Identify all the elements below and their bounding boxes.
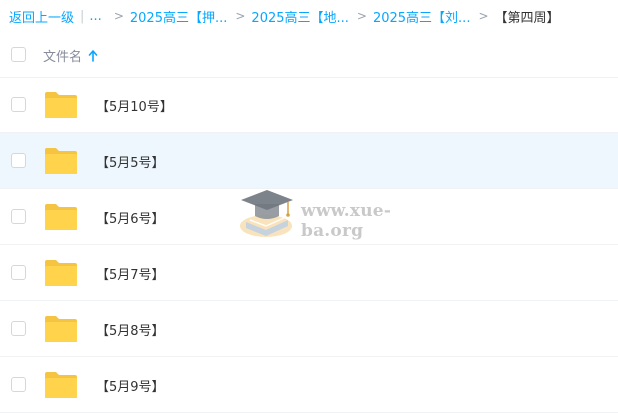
breadcrumb: 返回上一级 | ... > 2025高三【押... > 2025高三【地... … (9, 6, 618, 26)
folder-icon (45, 204, 77, 230)
back-link[interactable]: 返回上一级 (9, 7, 74, 26)
file-row[interactable]: 【5月7号】 (0, 245, 618, 301)
sort-by-name-button[interactable]: 文件名 (43, 46, 98, 65)
breadcrumb-separator: | (80, 8, 85, 24)
folder-icon (45, 260, 77, 286)
file-row[interactable]: 【5月6号】 (0, 189, 618, 245)
file-name[interactable]: 【5月6号】 (96, 208, 165, 227)
chevron-right-icon: > (113, 9, 124, 23)
breadcrumb-ellipsis[interactable]: ... (89, 9, 101, 24)
breadcrumb-item[interactable]: 2025高三【地... (251, 7, 348, 26)
file-row[interactable]: 【5月10号】 (0, 77, 618, 133)
file-row[interactable]: 【5月8号】 (0, 301, 618, 357)
breadcrumb-item[interactable]: 2025高三【押... (130, 7, 227, 26)
folder-icon (45, 316, 77, 342)
file-row[interactable]: 【5月9号】 (0, 357, 618, 413)
row-checkbox[interactable] (11, 321, 26, 336)
file-row[interactable]: 【5月5号】 (0, 133, 618, 189)
row-checkbox[interactable] (11, 265, 26, 280)
chevron-right-icon: > (478, 9, 489, 23)
column-header-filename: 文件名 (43, 50, 83, 65)
breadcrumb-item[interactable]: 2025高三【刘... (373, 7, 470, 26)
file-name[interactable]: 【5月10号】 (96, 96, 173, 115)
file-name[interactable]: 【5月9号】 (96, 376, 165, 395)
breadcrumb-current: 【第四周】 (494, 10, 560, 26)
row-checkbox[interactable] (11, 377, 26, 392)
row-checkbox[interactable] (11, 209, 26, 224)
row-checkbox[interactable] (11, 153, 26, 168)
file-list: 【5月10号】 【5月5号】 【5月6号】 【5月7号】 【5月8号】 【5月9… (0, 77, 618, 413)
folder-icon (45, 92, 77, 118)
file-list-header: 文件名 (0, 33, 618, 78)
select-all-checkbox[interactable] (11, 47, 26, 62)
file-name[interactable]: 【5月7号】 (96, 264, 165, 283)
arrow-up-icon (88, 49, 98, 62)
file-name[interactable]: 【5月5号】 (96, 152, 165, 171)
row-checkbox[interactable] (11, 97, 26, 112)
file-name[interactable]: 【5月8号】 (96, 320, 165, 339)
folder-icon (45, 372, 77, 398)
chevron-right-icon: > (235, 9, 246, 23)
folder-icon (45, 148, 77, 174)
chevron-right-icon: > (356, 9, 367, 23)
